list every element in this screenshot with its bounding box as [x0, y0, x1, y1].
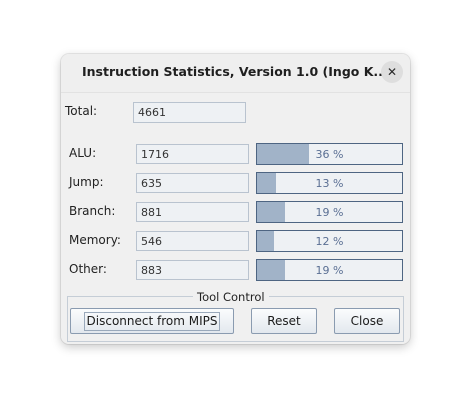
branch-percent: 19 % [315, 206, 344, 219]
other-count-field: 883 [136, 260, 249, 280]
disconnect-button-label: Disconnect from MIPS [83, 311, 221, 331]
other-percent: 19 % [315, 264, 344, 277]
memory-label: Memory: [69, 233, 121, 247]
jump-label: Jump: [69, 175, 104, 189]
alu-percent: 36 % [315, 148, 344, 161]
total-field: 4661 [133, 102, 246, 123]
memory-percent: 12 % [315, 235, 344, 248]
jump-progress-bar: 13 % [256, 172, 403, 194]
tool-control-title: Tool Control [193, 290, 269, 304]
alu-label: ALU: [69, 146, 97, 160]
close-button[interactable]: Close [334, 308, 400, 334]
alu-count-field: 1716 [136, 144, 249, 164]
window-title: Instruction Statistics, Version 1.0 (Ing… [82, 64, 382, 79]
title-bar[interactable]: Instruction Statistics, Version 1.0 (Ing… [61, 54, 410, 92]
branch-label: Branch: [69, 204, 116, 218]
branch-progress-bar: 19 % [256, 201, 403, 223]
other-progress-bar: 19 % [256, 259, 403, 281]
alu-progress-bar: 36 % [256, 143, 403, 165]
memory-count-field: 546 [136, 231, 249, 251]
other-label: Other: [69, 262, 107, 276]
total-label: Total: [65, 104, 98, 118]
dialog-content: Total: 4661 ALU: 1716 36 % Jump: 635 13 … [61, 92, 410, 344]
reset-button[interactable]: Reset [251, 308, 317, 334]
instruction-statistics-dialog: Instruction Statistics, Version 1.0 (Ing… [61, 54, 410, 344]
jump-count-field: 635 [136, 173, 249, 193]
disconnect-button[interactable]: Disconnect from MIPS [70, 308, 234, 334]
close-icon[interactable]: ✕ [381, 61, 403, 83]
memory-progress-bar: 12 % [256, 230, 403, 252]
jump-percent: 13 % [315, 177, 344, 190]
branch-count-field: 881 [136, 202, 249, 222]
